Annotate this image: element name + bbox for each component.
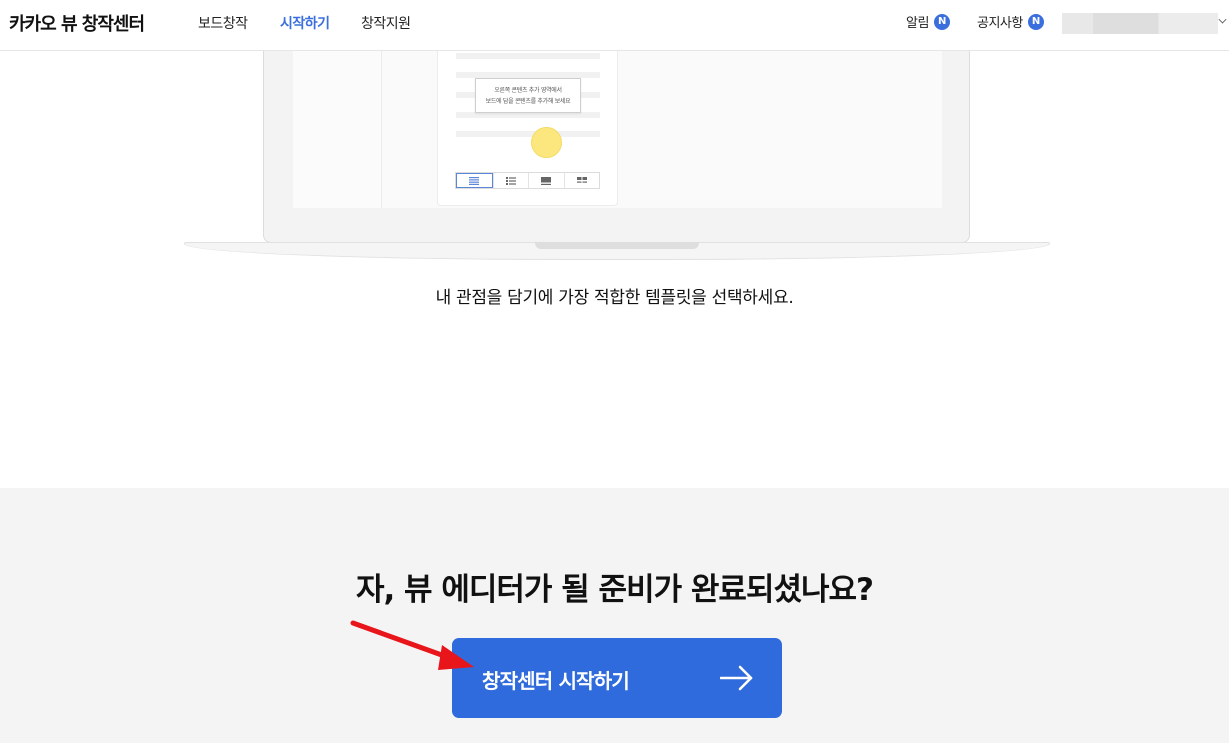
template-bullet-list-icon	[492, 173, 529, 188]
cta-heading: 자, 뷰 에디터가 될 준비가 완료되셨나요?	[355, 572, 874, 608]
tooltip-line: 보드에 담을 콘텐츠를 추가해 보세요	[485, 98, 571, 105]
tooltip-line: 오른쪽 콘텐츠 추가 영역에서	[494, 87, 562, 94]
placeholder-line	[456, 131, 600, 137]
placeholder-line	[456, 53, 600, 59]
start-button-label: 창작센터 시작하기	[482, 669, 630, 693]
start-creator-center-button[interactable]: 창작센터 시작하기	[452, 638, 782, 718]
template-grid-icon	[563, 173, 600, 188]
laptop-screen: 오른쪽 콘텐츠 추가 영역에서 보드에 담을 콘텐츠를 추가해 보세요	[293, 51, 942, 208]
chevron-down-icon[interactable]	[1218, 15, 1227, 24]
arrow-right-icon	[720, 665, 753, 691]
nav-item-board-create[interactable]: 보드창작	[198, 13, 248, 33]
laptop-notch	[535, 242, 699, 249]
notice-label: 공지사항	[977, 16, 1023, 31]
alerts-new-badge: N	[933, 13, 950, 30]
top-navigation-bar: 카카오 뷰 창작센터 보드창작 시작하기 창작지원 알림 N 공지사항 N	[0, 0, 1229, 51]
template-caption: 내 관점을 담기에 가장 적합한 템플릿을 선택하세요.	[435, 288, 794, 308]
red-pointer-arrow-icon	[350, 620, 474, 670]
template-preview-illustration: 오른쪽 콘텐츠 추가 영역에서 보드에 담을 콘텐츠를 추가해 보세요	[0, 51, 1229, 263]
alerts-link[interactable]: 알림 N	[906, 12, 950, 31]
template-card-icon	[528, 173, 564, 188]
alerts-label: 알림	[906, 16, 929, 31]
click-highlight-circle	[531, 127, 562, 158]
nav-item-getting-started[interactable]: 시작하기	[280, 13, 330, 33]
account-name-redacted[interactable]	[1062, 13, 1218, 34]
template-list-icon	[456, 173, 493, 188]
screen-editor-panel: 오른쪽 콘텐츠 추가 영역에서 보드에 담을 콘텐츠를 추가해 보세요	[437, 51, 618, 206]
site-logo[interactable]: 카카오 뷰 창작센터	[9, 10, 145, 36]
start-cta-section: 자, 뷰 에디터가 될 준비가 완료되셨나요? 창작센터 시작하기	[0, 488, 1229, 743]
notice-link[interactable]: 공지사항 N	[977, 12, 1044, 31]
nav-item-creator-support[interactable]: 창작지원	[361, 13, 411, 33]
screen-sidebar	[293, 51, 382, 208]
notice-new-badge: N	[1027, 13, 1044, 30]
template-selector	[455, 172, 600, 189]
add-content-tooltip: 오른쪽 콘텐츠 추가 영역에서 보드에 담을 콘텐츠를 추가해 보세요	[475, 78, 581, 113]
